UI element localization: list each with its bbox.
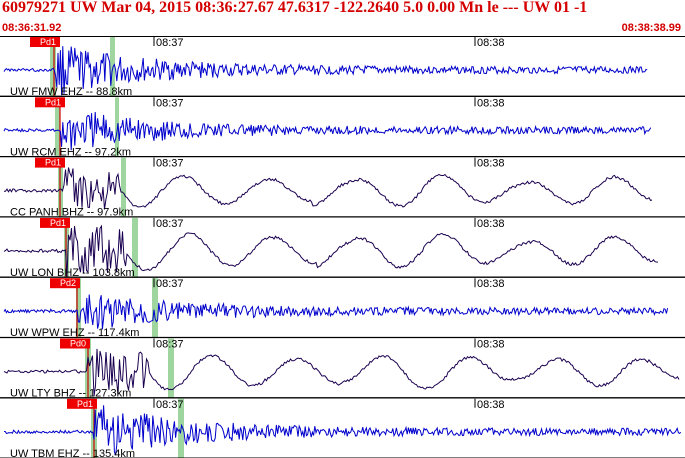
pick-label: Pd0 bbox=[70, 339, 86, 349]
time-tick-label: 08:38 bbox=[477, 158, 505, 170]
time-tick-label: 08:37 bbox=[156, 278, 184, 290]
header-bar: 60979271 UW Mar 04, 2015 08:36:27.67 47.… bbox=[0, 0, 685, 24]
trace-panel[interactable]: 08:37 08:38Pd2UW WPW EHZ -- 117.4km bbox=[0, 278, 685, 339]
event-title: 60979271 UW Mar 04, 2015 08:36:27.67 47.… bbox=[2, 0, 588, 16]
trace-panel[interactable]: 08:37 08:38Pd0UW LTY BHZ -- 127.3km bbox=[0, 338, 685, 400]
window-start-time: 08:36:31.92 bbox=[2, 22, 62, 34]
time-tick-label: 08:38 bbox=[477, 97, 505, 109]
trace-panel[interactable]: 08:37 08:38Pd1UW RCM EHZ -- 97.2km bbox=[0, 97, 685, 158]
time-tick-label: 08:37 bbox=[156, 218, 184, 230]
time-tick-label: 08:38 bbox=[477, 37, 505, 49]
station-label: UW TBM EHZ -- 135.4km bbox=[10, 448, 135, 458]
time-tick-label: 08:37 bbox=[156, 37, 184, 49]
seismogram-panel[interactable]: 08:37 08:38Pd1UW FMW EHZ -- 88.8km08:37 08… bbox=[0, 36, 685, 458]
pick-label: Pd1 bbox=[45, 97, 61, 107]
time-tick-label: 08:38 bbox=[477, 399, 505, 411]
time-tick-label: 08:37 bbox=[156, 339, 184, 351]
window-end-time: 08:38:38.99 bbox=[621, 22, 681, 34]
waveform-trace bbox=[4, 167, 653, 210]
waveform-trace bbox=[3, 294, 669, 330]
time-tick-label: 08:37 bbox=[156, 97, 184, 109]
pick-label: Pd1 bbox=[50, 218, 66, 228]
time-tick-label: 08:37 bbox=[156, 399, 184, 411]
waveform-trace bbox=[3, 111, 652, 151]
time-tick-label: 08:38 bbox=[477, 218, 505, 230]
pick-label: Pd1 bbox=[40, 37, 56, 47]
time-tick-label: 08:38 bbox=[477, 278, 505, 290]
trace-panel[interactable]: 08:37 08:38Pd1UW FMW EHZ -- 88.8km bbox=[0, 37, 685, 98]
pick-label: Pd1 bbox=[45, 158, 61, 168]
trace-panel[interactable]: 08:37 08:38 Pd1 UW TBM EHZ -- 135.4km bbox=[0, 398, 685, 458]
time-tick-label: 08:38 bbox=[477, 339, 505, 351]
pick-label: Pd1 bbox=[77, 399, 93, 409]
time-tick-label: 08:37 bbox=[156, 158, 184, 170]
pick-label: Pd2 bbox=[60, 278, 76, 288]
trace-panel[interactable]: 08:37 08:38Pd1CC PANH BHZ -- 97.9km bbox=[0, 157, 685, 219]
trace-panel[interactable]: 08:37 08:38Pd1UW LON BHZ -- 103.8km bbox=[0, 217, 685, 279]
